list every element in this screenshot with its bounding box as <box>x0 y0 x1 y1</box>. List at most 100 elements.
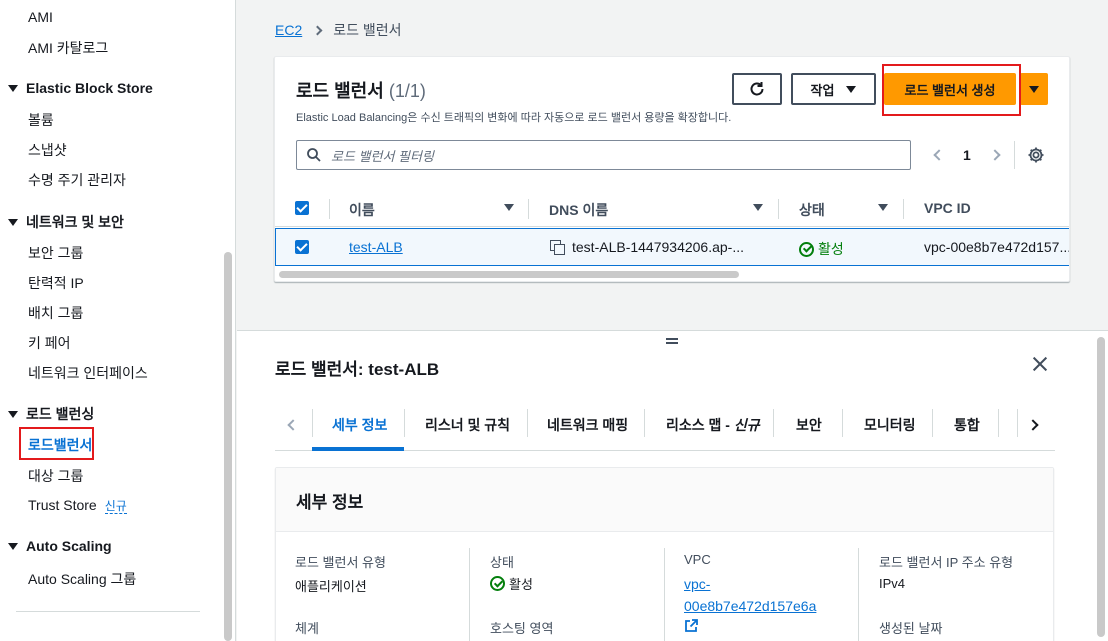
ip-type-label: 로드 밸런서 IP 주소 유형 <box>879 555 1014 570</box>
column-divider <box>528 199 529 219</box>
details-section-title: 세부 정보 <box>296 493 364 512</box>
status-value: 활성 <box>490 574 533 593</box>
sidebar-item-lifecycle-manager[interactable]: 수명 주기 관리자 <box>28 170 126 190</box>
scheme-label: 체계 <box>295 621 319 636</box>
caret-down-icon <box>1029 85 1039 93</box>
column-divider <box>858 548 859 641</box>
sidebar-section-ebs[interactable]: Elastic Block Store <box>8 80 153 96</box>
breadcrumb-ec2-link[interactable]: EC2 <box>275 22 302 38</box>
tab-listeners-rules[interactable]: 리스너 및 규칙 <box>425 415 510 435</box>
sidebar-item-ami[interactable]: AMI <box>28 9 53 25</box>
new-badge: 신규 <box>733 417 760 433</box>
tab-divider <box>998 409 999 437</box>
sidebar-scrollbar[interactable] <box>224 252 232 641</box>
status-value: 활성 <box>818 241 844 257</box>
tab-divider <box>644 409 645 437</box>
next-page-icon[interactable] <box>989 149 1001 161</box>
sidebar-section-label: 네트워크 및 보안 <box>26 214 124 230</box>
copy-icon[interactable] <box>550 240 565 255</box>
sidebar-item-snapshots[interactable]: 스냅샷 <box>28 140 67 160</box>
tabs-scroll-left-icon[interactable] <box>287 419 299 431</box>
gear-icon[interactable] <box>1027 146 1045 164</box>
column-header-status[interactable]: 상태 <box>799 200 825 220</box>
filter-search-input[interactable]: 로드 밸런서 필터링 <box>296 140 911 170</box>
sidebar-section-network-security[interactable]: 네트워크 및 보안 <box>8 212 124 232</box>
split-panel-title: 로드 밸런서: test-ALB <box>275 360 440 379</box>
row-checkbox[interactable] <box>295 240 309 254</box>
dns-name-value: test-ALB-1447934206.ap-... <box>572 239 745 255</box>
vpc-link[interactable]: vpc- 00e8b7e472d157e6a <box>684 573 816 639</box>
lb-type-label: 로드 밸런서 유형 <box>295 555 386 570</box>
panel-description: Elastic Load Balancing은 수신 트래픽의 변화에 따라 자… <box>296 112 732 124</box>
caret-down-icon <box>846 85 857 93</box>
tab-divider <box>527 409 528 437</box>
column-header-vpc-id[interactable]: VPC ID <box>924 200 971 216</box>
refresh-button[interactable] <box>732 73 782 105</box>
highlight-box <box>19 427 94 460</box>
tab-network-mapping[interactable]: 네트워크 매핑 <box>547 415 628 435</box>
sort-icon[interactable] <box>878 204 888 211</box>
expand-triangle-icon <box>8 542 18 550</box>
details-tabs: 세부 정보 리스너 및 규칙 네트워크 매핑 리소스 맵 - 신규 보안 모니터… <box>275 405 1055 451</box>
status-label: 상태 <box>490 555 514 570</box>
hosted-zone-label: 호스팅 영역 <box>490 621 554 636</box>
tab-integrations[interactable]: 통합 <box>954 415 980 435</box>
sidebar-item-network-interfaces[interactable]: 네트워크 인터페이스 <box>28 363 148 383</box>
status-value-text: 활성 <box>509 577 533 592</box>
tab-divider <box>404 409 405 437</box>
highlight-box <box>882 64 1021 116</box>
new-badge: 신규 <box>104 499 127 514</box>
sidebar-section-load-balancing[interactable]: 로드 밸런싱 <box>8 404 94 424</box>
pagination: 1 <box>933 147 1001 163</box>
split-panel-scrollbar[interactable] <box>1097 337 1105 637</box>
panel-title-text: 로드 밸런서 <box>296 81 384 101</box>
sidebar-item-security-groups[interactable]: 보안 그룹 <box>28 243 83 263</box>
actions-label: 작업 <box>810 82 835 98</box>
table-row[interactable]: test-ALB test-ALB-1447934206.ap-... 활성 v… <box>275 228 1069 266</box>
tab-details[interactable]: 세부 정보 <box>332 415 387 435</box>
tab-divider <box>932 409 933 437</box>
chevron-right-icon <box>312 25 323 35</box>
load-balancer-name-link[interactable]: test-ALB <box>349 239 403 255</box>
column-divider <box>664 548 665 641</box>
horizontal-scrollbar[interactable] <box>279 271 739 278</box>
sidebar-item-key-pairs[interactable]: 키 페어 <box>28 333 71 353</box>
page-number[interactable]: 1 <box>963 147 971 163</box>
sidebar-item-trust-store[interactable]: Trust Store 신규 <box>28 497 127 514</box>
tab-security[interactable]: 보안 <box>796 415 822 435</box>
check-circle-icon <box>799 241 814 257</box>
sidebar-item-ami-catalog[interactable]: AMI 카탈로그 <box>28 38 108 58</box>
previous-page-icon[interactable] <box>933 149 945 161</box>
sidebar-item-label: Trust Store <box>28 497 97 513</box>
tab-resource-map[interactable]: 리소스 맵 - 신규 <box>666 415 760 435</box>
close-icon[interactable] <box>1031 355 1049 373</box>
sort-icon[interactable] <box>753 204 763 211</box>
check-circle-icon <box>490 576 505 591</box>
main-content: EC2 로드 밸런서 로드 밸런서 (1/1) Elastic Load Bal… <box>237 0 1108 330</box>
sidebar-section-label: Elastic Block Store <box>26 80 153 96</box>
sidebar-item-elastic-ip[interactable]: 탄력적 IP <box>28 273 84 293</box>
breadcrumb: EC2 로드 밸런서 <box>275 20 402 40</box>
tab-divider <box>312 409 313 437</box>
column-header-name[interactable]: 이름 <box>349 200 375 220</box>
active-tab-indicator <box>312 447 404 451</box>
sidebar-item-placement-groups[interactable]: 배치 그룹 <box>28 303 83 323</box>
sidebar-section-label: Auto Scaling <box>26 538 112 554</box>
sort-icon[interactable] <box>504 204 514 211</box>
column-header-dns[interactable]: DNS 이름 <box>549 200 608 220</box>
resize-handle-icon[interactable] <box>666 338 678 344</box>
actions-button[interactable]: 작업 <box>791 73 876 105</box>
column-divider <box>778 199 779 219</box>
sidebar-section-auto-scaling[interactable]: Auto Scaling <box>8 538 112 554</box>
vpc-link-line1: vpc- <box>684 576 711 592</box>
vpc-label: VPC <box>684 552 711 567</box>
tabs-scroll-right-icon[interactable] <box>1027 419 1039 431</box>
tab-monitoring[interactable]: 모니터링 <box>864 415 916 435</box>
sidebar-item-auto-scaling-groups[interactable]: Auto Scaling 그룹 <box>28 569 136 589</box>
column-divider <box>329 199 330 219</box>
sidebar-item-target-groups[interactable]: 대상 그룹 <box>28 466 83 486</box>
sidebar-item-volumes[interactable]: 볼륨 <box>28 110 54 130</box>
external-link-icon <box>685 619 698 632</box>
create-dropdown-button[interactable] <box>1020 73 1048 105</box>
select-all-checkbox[interactable] <box>295 201 309 215</box>
